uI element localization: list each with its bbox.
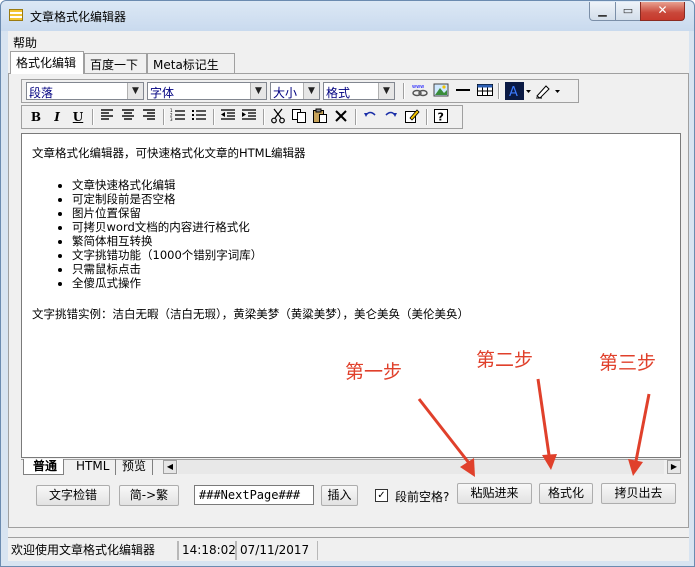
arrow-step3-icon <box>628 393 651 476</box>
app-window: 文章格式化编辑器 ▁ ▭ ✕ 帮助 格式化编辑 百度一下 Meta标记生成 段落… <box>0 0 695 567</box>
step-arrows <box>417 378 651 477</box>
arrow-step1-icon <box>417 398 475 477</box>
tab-format-editor[interactable]: 格式化编辑 <box>10 51 84 74</box>
arrow-step2-icon <box>536 378 557 470</box>
